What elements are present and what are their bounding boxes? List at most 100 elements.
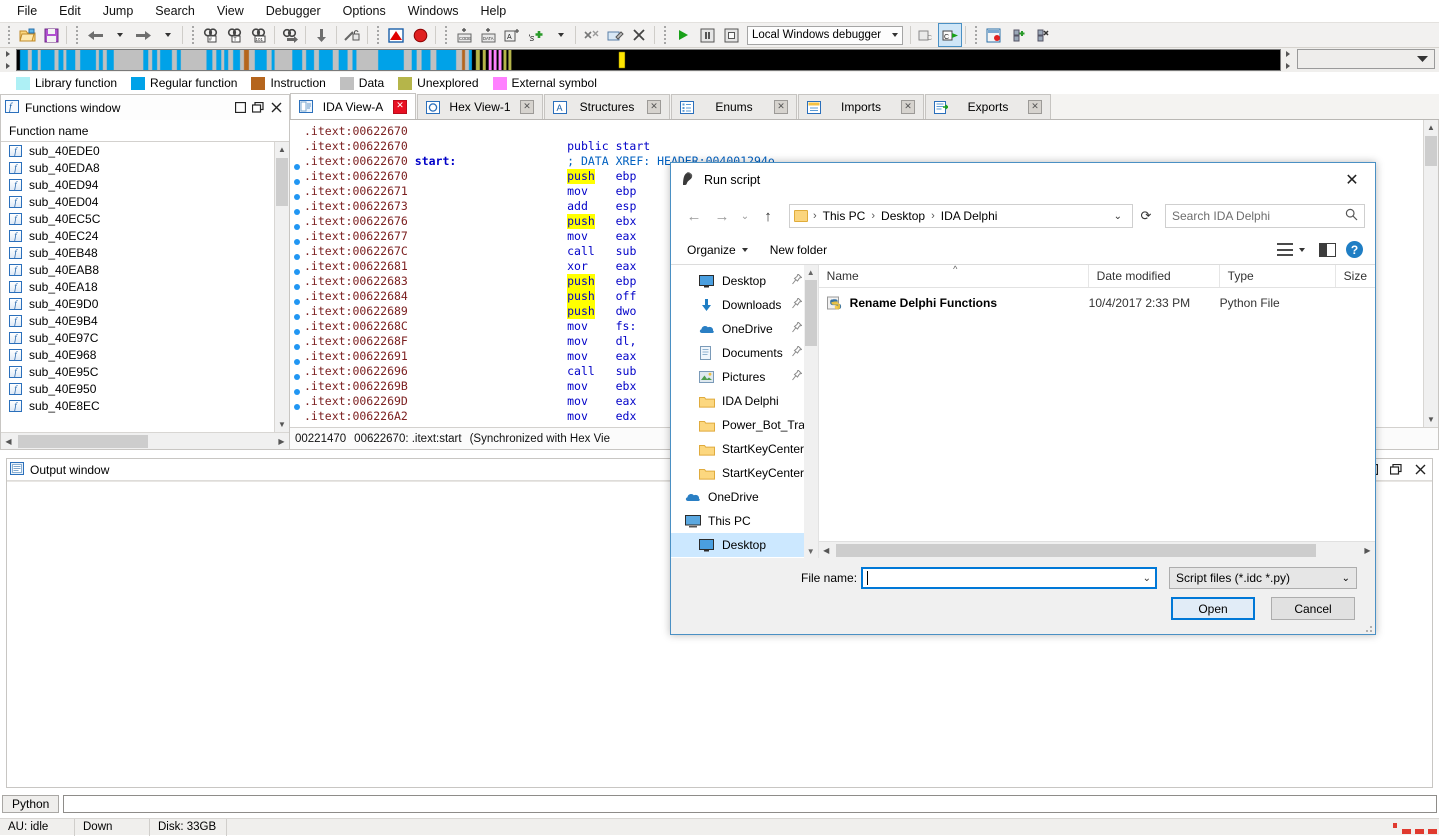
column-header-date-modified[interactable]: Date modified <box>1089 265 1220 287</box>
edit-func-icon[interactable] <box>604 24 626 46</box>
filename-input[interactable]: ⌄ <box>861 567 1157 589</box>
column-header-size[interactable]: Size <box>1336 265 1375 287</box>
function-list-item[interactable]: f sub_40EDE0 <box>1 142 289 159</box>
organize-button[interactable]: Organize <box>683 241 752 259</box>
scroll-up-icon[interactable]: ▲ <box>275 142 289 157</box>
open-button[interactable]: Open <box>1171 597 1255 620</box>
make-data-icon[interactable]: DATA <box>477 24 499 46</box>
breakpoint-dot[interactable] <box>294 209 300 215</box>
pin-icon[interactable] <box>791 297 803 312</box>
menu-item-help[interactable]: Help <box>469 2 517 20</box>
scroll-down-icon[interactable]: ▼ <box>804 544 818 558</box>
dialog-close-button[interactable]: ✕ <box>1329 164 1375 196</box>
search-binary-icon[interactable]: 101 <box>248 24 270 46</box>
function-list-item[interactable]: f sub_40ED04 <box>1 193 289 210</box>
navband-scroll-right[interactable] <box>1281 48 1295 72</box>
breakpoint-gutter[interactable] <box>290 120 304 427</box>
scroll-down-icon[interactable]: ▼ <box>1424 412 1438 427</box>
pin-icon[interactable] <box>791 273 803 288</box>
scroll-down-icon[interactable]: ▼ <box>275 417 289 432</box>
function-list-item[interactable]: f sub_40E9B4 <box>1 312 289 329</box>
breadcrumb-item-2[interactable]: IDA Delphi <box>938 208 1001 224</box>
tab-close-icon[interactable]: ✕ <box>1028 100 1042 114</box>
tab-close-icon[interactable]: ✕ <box>901 100 915 114</box>
sidebar-item-downloads[interactable]: Downloads <box>671 293 818 317</box>
sidebar-item-onedrive[interactable]: OneDrive <box>671 317 818 341</box>
file-type-filter-select[interactable]: Script files (*.idc *.py) ⌄ <box>1169 567 1357 589</box>
tab-hex-view-1[interactable]: Hex View-1 ✕ <box>417 94 543 119</box>
breakpoint-dot[interactable] <box>294 269 300 275</box>
sidebar-item-onedrive[interactable]: OneDrive <box>671 485 818 509</box>
nav-up-icon[interactable]: ↑ <box>755 203 781 229</box>
scroll-right-icon[interactable]: ▶ <box>274 437 289 446</box>
menu-item-windows[interactable]: Windows <box>397 2 470 20</box>
functions-maximize-button[interactable] <box>231 99 249 117</box>
view-options-button[interactable] <box>1273 241 1309 258</box>
hscroll-track[interactable] <box>16 434 274 449</box>
function-list-item[interactable]: f sub_40EDA8 <box>1 159 289 176</box>
preview-pane-icon[interactable] <box>1319 242 1336 257</box>
function-list-item[interactable]: f sub_40ED94 <box>1 176 289 193</box>
breakpoint-dot[interactable] <box>294 194 300 200</box>
function-list-item[interactable]: f sub_40E9D0 <box>1 295 289 312</box>
tab-enums[interactable]: Enums ✕ <box>671 94 797 119</box>
navband-scroll-left[interactable] <box>0 48 16 72</box>
back-arrow-icon[interactable] <box>84 24 106 46</box>
menu-item-debugger[interactable]: Debugger <box>255 2 332 20</box>
scroll-left-icon[interactable]: ◀ <box>819 546 834 555</box>
breadcrumb-dropdown-icon[interactable]: ⌄ <box>1108 211 1128 222</box>
toolbar-grip[interactable] <box>5 25 12 45</box>
toolbar-grip-6[interactable] <box>661 25 668 45</box>
function-list-item[interactable]: f sub_40E97C <box>1 329 289 346</box>
search-input[interactable]: Search IDA Delphi <box>1172 209 1345 223</box>
unlock-search-icon[interactable] <box>341 24 363 46</box>
jump-down-icon[interactable] <box>310 24 332 46</box>
navband-zoom-select[interactable] <box>1297 49 1435 69</box>
breadcrumb-item-1[interactable]: Desktop <box>878 208 928 224</box>
forward-dropdown-icon[interactable] <box>156 24 178 46</box>
output-close-button[interactable] <box>1411 461 1429 479</box>
cancel-button[interactable]: Cancel <box>1271 597 1355 620</box>
hscroll-thumb[interactable] <box>18 434 148 448</box>
function-list-item[interactable]: f sub_40EAB8 <box>1 261 289 278</box>
pause-icon[interactable] <box>696 24 718 46</box>
breakpoint-dot[interactable] <box>294 329 300 335</box>
sidebar-item-ida-delphi[interactable]: IDA Delphi <box>671 389 818 413</box>
navigation-band[interactable] <box>16 49 1281 71</box>
menu-item-file[interactable]: File <box>6 2 48 20</box>
warning-icon[interactable] <box>385 24 407 46</box>
file-list[interactable]: Rename Delphi Functions 10/4/2017 2:33 PM… <box>819 288 1375 541</box>
tab-structures[interactable]: A Structures ✕ <box>544 94 670 119</box>
breakpoint-dot[interactable] <box>294 404 300 410</box>
help-icon[interactable]: ? <box>1346 241 1363 258</box>
column-header-name[interactable]: Name ^ <box>819 265 1089 287</box>
function-list-item[interactable]: f sub_40E968 <box>1 346 289 363</box>
tab-ida-view-a[interactable]: IDA View-A ✕ <box>290 93 416 119</box>
breakpoint-dot[interactable] <box>294 299 300 305</box>
add-breakpoint-icon[interactable] <box>1007 24 1029 46</box>
search-next-icon[interactable] <box>279 24 301 46</box>
sidebar-item-startkeycenter[interactable]: StartKeyCenter <box>671 461 818 485</box>
tab-close-icon[interactable]: ✕ <box>520 100 534 114</box>
tab-imports[interactable]: Imports ✕ <box>798 94 924 119</box>
toolbar-grip-2[interactable] <box>73 25 80 45</box>
output-restore-button[interactable] <box>1387 461 1405 479</box>
scroll-thumb[interactable] <box>276 158 288 206</box>
menu-item-edit[interactable]: Edit <box>48 2 92 20</box>
function-list-item[interactable]: f sub_40EC24 <box>1 227 289 244</box>
dialog-titlebar[interactable]: Run script ✕ <box>671 163 1375 197</box>
python-toggle-button[interactable]: Python <box>2 795 60 813</box>
breakpoint-dot[interactable] <box>294 359 300 365</box>
breakpoint-dot[interactable] <box>294 179 300 185</box>
search-box[interactable]: Search IDA Delphi <box>1165 204 1365 228</box>
delete-icon[interactable] <box>628 24 650 46</box>
terminate-icon[interactable] <box>720 24 742 46</box>
toolbar-grip-3[interactable] <box>189 25 196 45</box>
new-folder-button[interactable]: New folder <box>766 241 831 259</box>
stop-icon[interactable] <box>409 24 431 46</box>
scroll-thumb[interactable] <box>804 280 817 346</box>
sidebar-item-startkeycenter[interactable]: StartKeyCenter <box>671 437 818 461</box>
breakpoint-dot[interactable] <box>294 389 300 395</box>
breakpoint-dot[interactable] <box>294 314 300 320</box>
toolbar-grip-4[interactable] <box>374 25 381 45</box>
